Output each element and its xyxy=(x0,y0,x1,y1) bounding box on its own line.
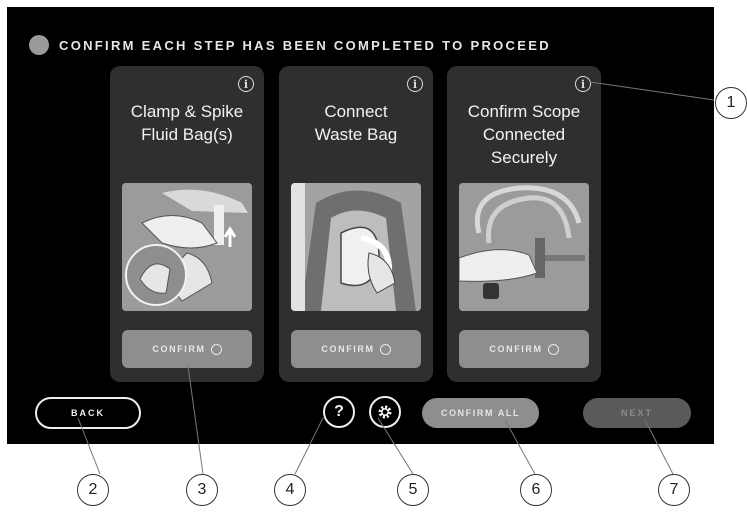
callout-4: 4 xyxy=(274,474,306,506)
callout-2: 2 xyxy=(77,474,109,506)
callout-5: 5 xyxy=(397,474,429,506)
callout-leader-lines xyxy=(77,81,715,475)
callout-6: 6 xyxy=(520,474,552,506)
callout-7: 7 xyxy=(658,474,690,506)
callout-3: 3 xyxy=(186,474,218,506)
callout-1: 1 xyxy=(715,87,747,119)
